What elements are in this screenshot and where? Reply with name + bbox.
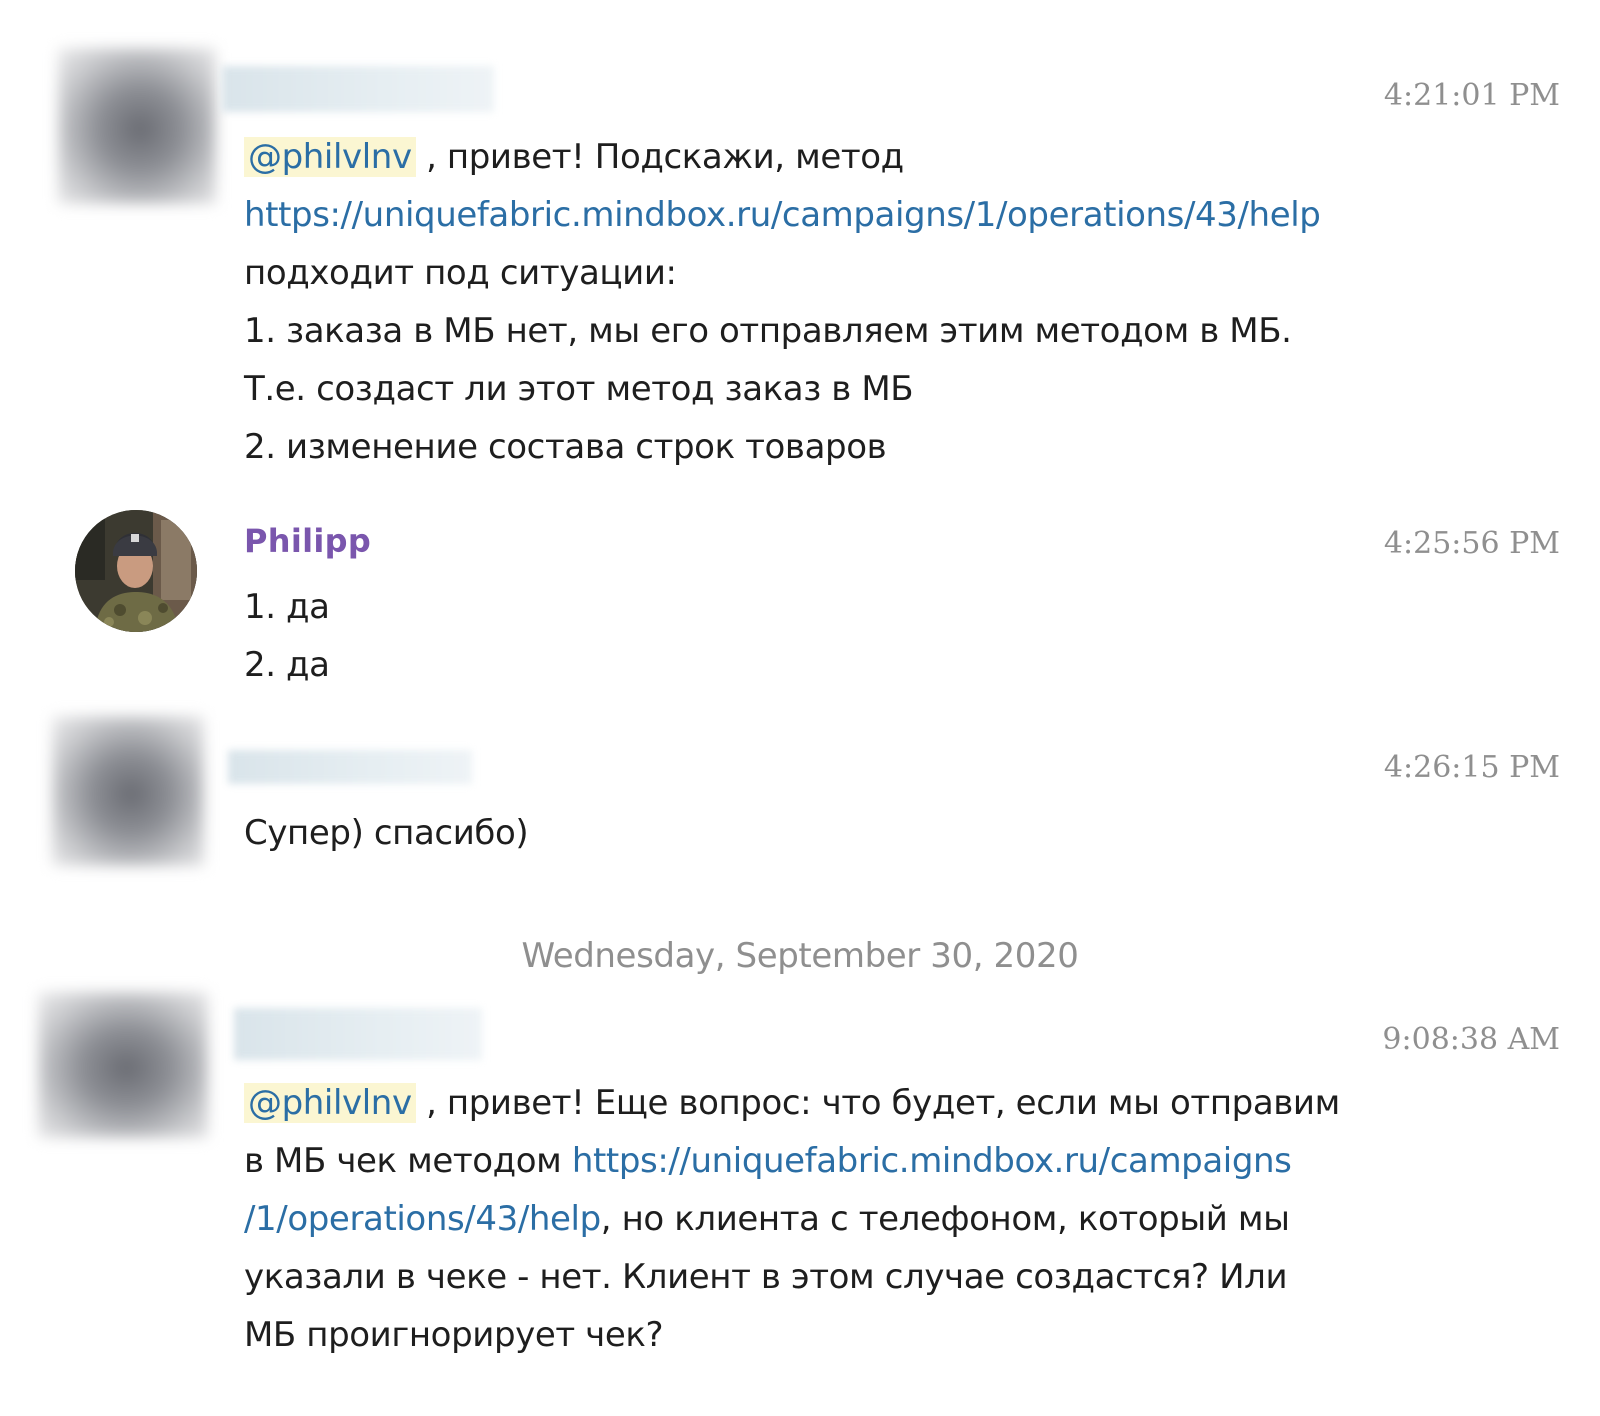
- message-timestamp: 4:25:56 PM: [1383, 526, 1560, 561]
- message-line: подходит под ситуации:: [244, 253, 677, 293]
- message-line: 1. да: [244, 587, 330, 627]
- message-text: 1. да 2. да: [244, 578, 330, 694]
- avatar[interactable]: [75, 510, 197, 632]
- mention-link[interactable]: @philvlnv: [244, 1083, 416, 1123]
- message-timestamp: 4:26:15 PM: [1383, 750, 1560, 785]
- avatar-blurred[interactable]: [52, 716, 204, 866]
- message-line: 2. да: [244, 645, 330, 685]
- message-line: 2. изменение состава строк товаров: [244, 427, 887, 467]
- message-line: https://uniquefabric.mindbox.ru/campaign…: [244, 186, 1321, 244]
- sender-name-blurred[interactable]: [228, 750, 472, 784]
- operation-help-link[interactable]: https://uniquefabric.mindbox.ru/campaign…: [572, 1141, 1292, 1181]
- message-line: МБ проигнорирует чек?: [244, 1315, 664, 1355]
- message-line-text: , но клиента с телефоном, который мы: [600, 1199, 1290, 1239]
- message-timestamp: 9:08:38 AM: [1382, 1022, 1560, 1057]
- message-line: 1. заказа в МБ нет, мы его отправляем эт…: [244, 311, 1292, 351]
- message-text: @philvlnv , привет! Еще вопрос: что буде…: [244, 1074, 1340, 1364]
- message-line: указали в чеке - нет. Клиент в этом случ…: [244, 1257, 1288, 1297]
- message-line: Т.е. создаст ли этот метод заказ в МБ: [244, 369, 914, 409]
- avatar-blurred[interactable]: [58, 48, 216, 204]
- person-photo-icon: [75, 510, 197, 632]
- message-timestamp: 4:21:01 PM: [1383, 78, 1560, 113]
- date-separator: Wednesday, September 30, 2020: [521, 936, 1079, 976]
- message-line-text: , привет! Еще вопрос: что будет, если мы…: [415, 1083, 1340, 1123]
- mention-link[interactable]: @philvlnv: [244, 137, 416, 177]
- sender-name[interactable]: Philipp: [244, 522, 371, 560]
- message-text: @philvlnv , привет! Подскажи, метод http…: [244, 128, 1321, 476]
- message-line: @philvlnv , привет! Еще вопрос: что буде…: [244, 1074, 1340, 1132]
- avatar-blurred[interactable]: [38, 992, 208, 1138]
- message-line-text: в МБ чек методом: [244, 1141, 572, 1181]
- operation-help-link[interactable]: https://uniquefabric.mindbox.ru/campaign…: [244, 195, 1321, 235]
- message-line-text: , привет! Подскажи, метод: [415, 137, 904, 177]
- sender-name-blurred[interactable]: [234, 1008, 482, 1060]
- message-line: в МБ чек методом https://uniquefabric.mi…: [244, 1132, 1340, 1190]
- message-line: @philvlnv , привет! Подскажи, метод: [244, 128, 1320, 186]
- message-text: Супер) спасибо): [244, 804, 529, 862]
- sender-name-blurred[interactable]: [222, 66, 494, 112]
- message-line: /1/operations/43/help, но клиента с теле…: [244, 1190, 1340, 1248]
- operation-help-link-continued[interactable]: /1/operations/43/help: [244, 1199, 601, 1239]
- message-line: Супер) спасибо): [244, 813, 529, 853]
